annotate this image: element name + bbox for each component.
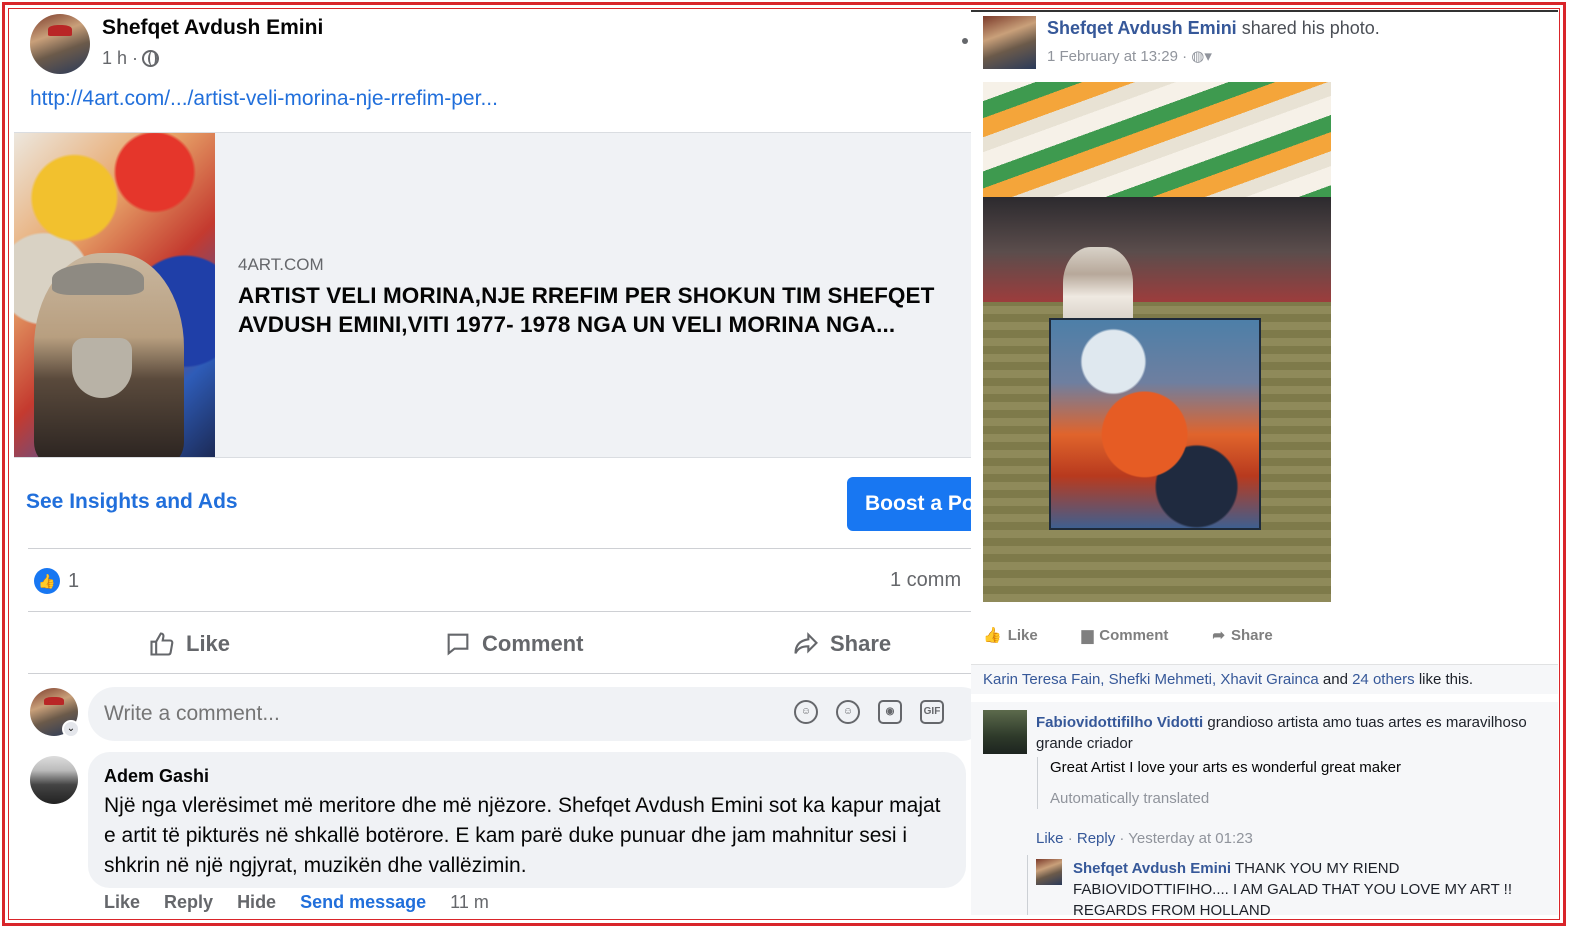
reply-thread-line (1027, 855, 1028, 915)
author-avatar[interactable] (983, 16, 1036, 69)
reply-avatar[interactable] (1036, 859, 1062, 885)
sticker-icon[interactable]: ☺ (794, 700, 818, 724)
translated-text: Great Artist I love your arts es wonderf… (1050, 759, 1401, 776)
auto-translated-note[interactable]: Automatically translated (1050, 788, 1552, 809)
comment-actions: Like · Reply · Yesterday at 01:23 (1036, 830, 1253, 847)
reply-author[interactable]: Shefqet Avdush Emini (1073, 860, 1231, 877)
reply-item: Shefqet Avdush Emini THANK YOU MY RIEND … (1073, 858, 1553, 915)
reaction-summary: 👍 1 1 comm (14, 555, 971, 610)
camera-icon[interactable]: ◉ (878, 700, 902, 724)
thumbs-up-icon (150, 632, 174, 656)
chevron-down-icon[interactable]: ⌄ (62, 720, 80, 738)
commenter-name[interactable]: Fabiovidottifilho Vidotti (1036, 714, 1203, 731)
composer-icons: ☺ ☺ ◉ GIF (794, 700, 944, 724)
divider (28, 548, 971, 549)
right-post: Shefqet Avdush Emini shared his photo. 1… (971, 10, 1558, 915)
thumbs-up-icon: 👍 (983, 627, 1002, 644)
commenter-name[interactable]: Adem Gashi (104, 766, 950, 787)
post-link[interactable]: http://4art.com/.../artist-veli-morina-n… (30, 87, 498, 111)
like-button[interactable]: Like (148, 623, 230, 665)
send-message-link[interactable]: Send message (300, 892, 426, 913)
comment-reply-link[interactable]: Reply (164, 892, 213, 913)
comment-text: Një nga vlerësimet më meritore dhe më nj… (104, 794, 941, 877)
comment-like-link[interactable]: Like (104, 892, 140, 913)
commenter-avatar[interactable] (983, 710, 1027, 754)
comment-item: Adem Gashi Një nga vlerësimet më meritor… (14, 752, 971, 915)
comment-item: Fabiovidottifilho Vidotti grandioso arti… (1036, 712, 1551, 754)
author-avatar[interactable] (30, 14, 90, 74)
share-arrow-icon: ➦ (1212, 627, 1225, 644)
emoji-icon[interactable]: ☺ (836, 700, 860, 724)
share-label: Share (830, 631, 892, 656)
post-time[interactable]: 1 February at 13:29 · (1047, 48, 1187, 65)
post-author-name[interactable]: Shefqet Avdush Emini (102, 16, 323, 40)
post-meta: 1 h · (102, 48, 160, 69)
likers-names[interactable]: Karin Teresa Fain, Shefki Mehmeti, Xhavi… (983, 671, 1319, 688)
link-thumbnail-image (14, 133, 215, 457)
comments-section: Fabiovidottifilho Vidotti grandioso arti… (971, 702, 1558, 915)
comment-bubble-icon (447, 633, 469, 656)
share-arrow-icon (794, 632, 818, 654)
top-divider (971, 10, 1558, 12)
boost-post-button[interactable]: Boost a Po (847, 477, 971, 531)
like-button[interactable]: 👍 Like (983, 626, 1038, 645)
others-link[interactable]: 24 others (1352, 671, 1415, 688)
post-action-bar: Like Comment Share (14, 615, 971, 673)
comment-like-link[interactable]: Like (1036, 830, 1064, 847)
comment-label: Comment (482, 631, 584, 656)
comment-time[interactable]: · Yesterday at 01:23 (1119, 830, 1252, 847)
post-time[interactable]: 1 h · (102, 48, 138, 69)
post-author-name[interactable]: Shefqet Avdush Emini (1047, 18, 1237, 38)
translation-block: Great Artist I love your arts es wonderf… (1037, 757, 1552, 809)
comment-count[interactable]: 1 comm (890, 569, 961, 592)
divider (28, 611, 971, 612)
globe-icon: ◍▾ (1191, 48, 1212, 65)
globe-icon (142, 50, 160, 67)
divider (28, 673, 971, 674)
comment-bubble-icon: ▆ (1081, 627, 1094, 644)
comment-composer: ⌄ ☺ ☺ ◉ GIF (14, 682, 971, 752)
comment-actions: Like Reply Hide Send message 11 m (104, 892, 489, 913)
comment-button[interactable]: Comment (444, 623, 583, 665)
comment-time[interactable]: 11 m (450, 892, 489, 913)
link-domain: 4ART.COM (238, 255, 324, 274)
shared-text: shared his photo. (1241, 18, 1380, 38)
post-action-bar: 👍 Like ▆ Comment ➦ Share (983, 626, 1273, 645)
like-reaction-icon[interactable]: 👍 (34, 568, 60, 594)
link-preview-card[interactable]: 4ART.COM ARTIST VELI MORINA,NJE RREFIM P… (14, 132, 971, 458)
shared-photo[interactable] (983, 82, 1331, 602)
commenter-avatar[interactable] (30, 756, 78, 804)
more-options-icon[interactable] (962, 38, 968, 44)
post-header: Shefqet Avdush Emini shared his photo. (1047, 18, 1380, 39)
left-post: Shefqet Avdush Emini 1 h · http://4art.c… (14, 10, 971, 915)
comment-bubble: Adem Gashi Një nga vlerësimet më meritor… (88, 752, 966, 888)
share-button[interactable]: ➦ Share (1212, 626, 1272, 645)
link-title[interactable]: ARTIST VELI MORINA,NJE RREFIM PER SHOKUN… (238, 281, 968, 339)
comment-hide-link[interactable]: Hide (237, 892, 276, 913)
comment-reply-link[interactable]: Reply (1077, 830, 1115, 847)
insights-row: See Insights and Ads Boost a Po (14, 470, 971, 550)
comment-button[interactable]: ▆ Comment (1081, 626, 1169, 645)
see-insights-link[interactable]: See Insights and Ads (26, 490, 238, 514)
likes-summary: Karin Teresa Fain, Shefki Mehmeti, Xhavi… (971, 664, 1558, 694)
share-button[interactable]: Share (792, 623, 891, 665)
post-time-row: 1 February at 13:29 · ◍▾ (1047, 47, 1212, 65)
like-count[interactable]: 1 (68, 570, 79, 593)
gif-icon[interactable]: GIF (920, 700, 944, 724)
like-label: Like (186, 631, 231, 656)
